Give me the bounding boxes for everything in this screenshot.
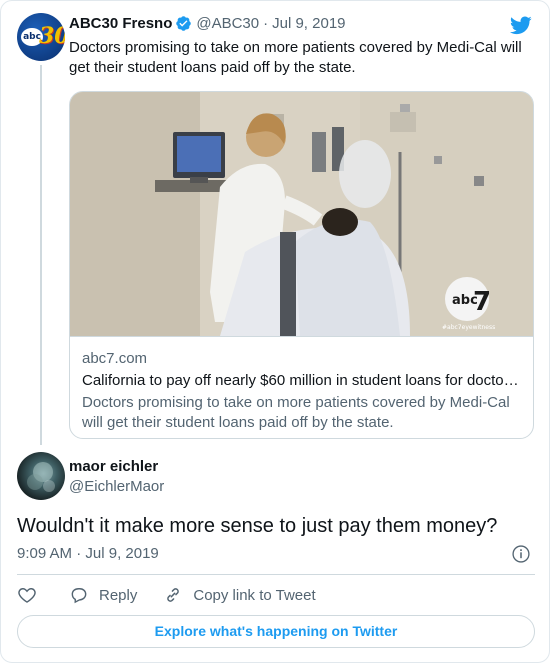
channel-number-logo: 30 — [39, 23, 65, 49]
reply-author-name[interactable]: maor eichler — [69, 458, 158, 475]
reply-timestamp[interactable]: 9:09 AM · Jul 9, 2019 — [17, 545, 159, 562]
twitter-bird-icon[interactable] — [509, 14, 533, 36]
like-button[interactable] — [17, 585, 37, 605]
reply-button[interactable]: Reply — [69, 585, 137, 605]
heart-icon — [18, 588, 36, 603]
abc30-avatar[interactable]: abc 30 — [17, 13, 65, 61]
link-description: Doctors promising to take on more patien… — [82, 394, 510, 431]
divider — [17, 574, 535, 575]
header-separator: · — [263, 15, 269, 32]
embedded-tweet: abc 30 ABC30 Fresno @ABC30 · Jul 9, 2019… — [0, 0, 550, 663]
parent-handle[interactable]: @ABC30 — [196, 15, 259, 32]
reply-handle[interactable]: @EichlerMaor — [69, 478, 164, 495]
parent-tweet-text: Doctors promising to take on more patien… — [69, 39, 522, 76]
explore-twitter-button[interactable]: Explore what's happening on Twitter — [17, 615, 535, 648]
hospital-photo: abc 7 #abc7eyewitness — [70, 92, 533, 336]
parent-tweet-header: ABC30 Fresno @ABC30 · Jul 9, 2019 — [69, 15, 346, 32]
image-watermark: #abc7eyewitness — [442, 324, 495, 331]
link-title: California to pay off nearly $60 million… — [82, 372, 519, 389]
link-preview-image[interactable]: abc 7 #abc7eyewitness — [70, 92, 533, 336]
thread-line — [40, 65, 42, 445]
parent-author-name[interactable]: ABC30 Fresno — [69, 15, 172, 32]
reply-author-avatar[interactable] — [17, 452, 65, 500]
reply-label: Reply — [99, 586, 138, 604]
reply-time: 9:09 AM — [17, 545, 73, 562]
link-preview-meta[interactable]: abc7.com California to pay off nearly $6… — [70, 336, 533, 438]
reply-bubble-icon — [71, 588, 87, 604]
info-icon[interactable] — [511, 544, 531, 564]
tweet-actions: Reply Copy link to Tweet — [17, 583, 342, 607]
reply-tweet-text: Wouldn't it make more sense to just pay … — [17, 515, 498, 537]
avatar-image — [27, 462, 55, 492]
copy-link-button[interactable]: Copy link to Tweet — [163, 585, 316, 605]
timestamp-separator: · — [76, 545, 82, 562]
reply-date: Jul 9, 2019 — [85, 545, 159, 562]
link-icon — [167, 588, 180, 602]
svg-text:7: 7 — [473, 287, 491, 317]
parent-date[interactable]: Jul 9, 2019 — [272, 15, 345, 32]
verified-badge-icon — [176, 16, 192, 31]
link-preview-card[interactable]: abc 7 #abc7eyewitness abc7.com Californi… — [69, 91, 534, 439]
link-domain: abc7.com — [82, 350, 148, 367]
copy-link-label: Copy link to Tweet — [193, 586, 316, 604]
